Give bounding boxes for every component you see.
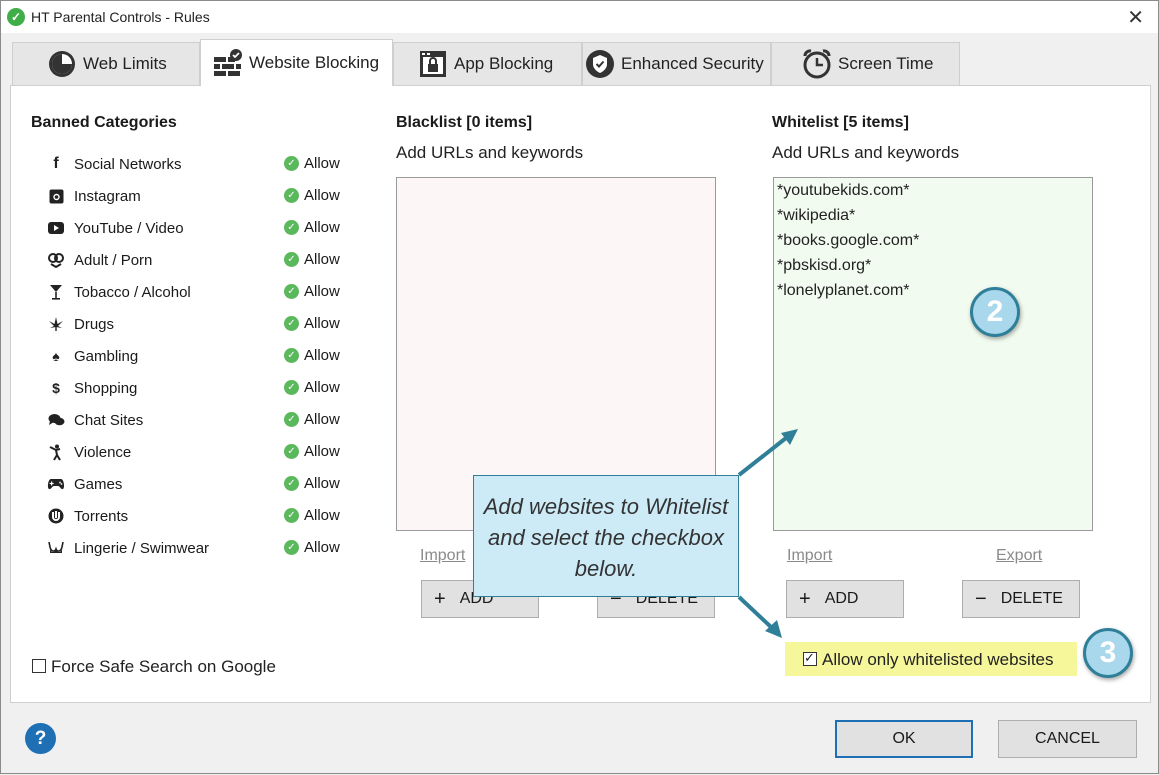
ok-button[interactable]: OK <box>835 720 973 758</box>
step-badge-3: 3 <box>1083 628 1133 678</box>
wall-check-icon <box>213 48 243 78</box>
cancel-button[interactable]: CANCEL <box>998 720 1137 758</box>
tab-website-blocking[interactable]: Website Blocking <box>200 39 393 86</box>
dialog-window: ✓ HT Parental Controls - Rules ✕ Web Lim… <box>0 0 1159 774</box>
instruction-callout: Add websites to Whitelist and select the… <box>473 475 739 597</box>
callout-arrows <box>737 429 798 638</box>
step-badge-2: 2 <box>970 287 1020 337</box>
tab-label: Website Blocking <box>249 53 380 72</box>
help-icon[interactable]: ? <box>25 723 56 754</box>
